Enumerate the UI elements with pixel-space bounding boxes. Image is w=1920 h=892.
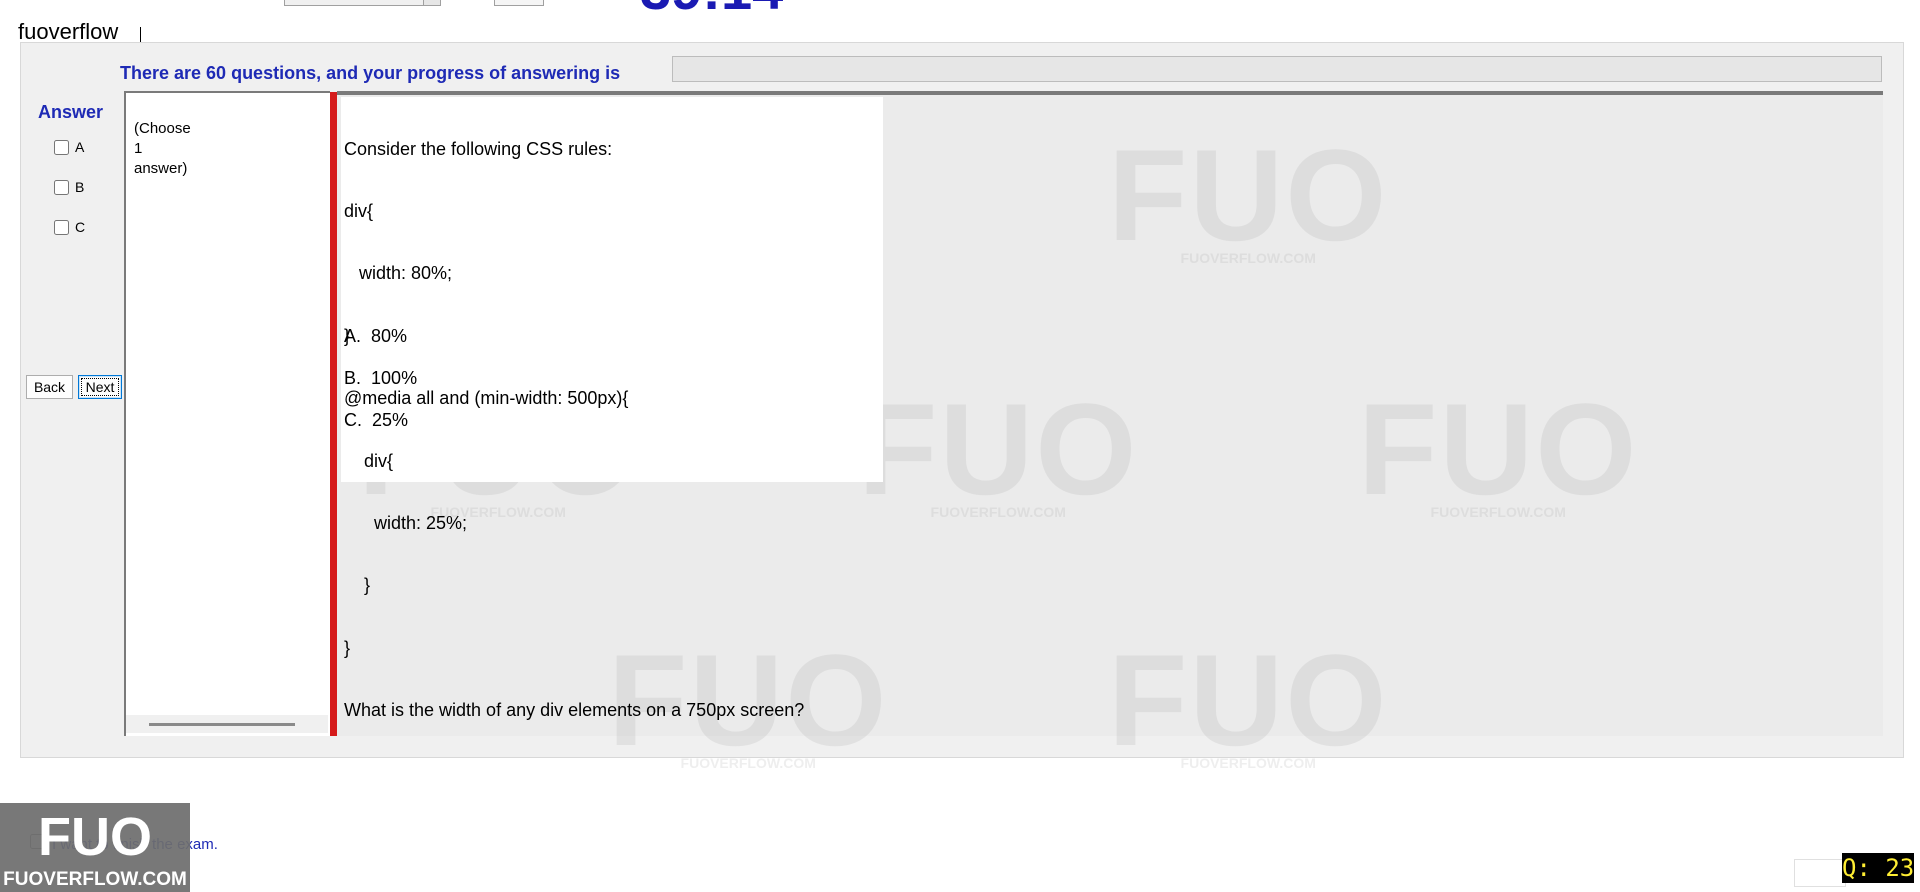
answer-option-label: B xyxy=(75,179,85,195)
watermark-logo: FUO xyxy=(858,376,1139,522)
question-option-a: A. 80% xyxy=(344,326,407,347)
option-text: 25% xyxy=(372,410,409,430)
question-line: width: 80%; xyxy=(344,263,453,284)
back-button[interactable]: Back xyxy=(26,375,73,399)
countdown-timer: 39:14 xyxy=(640,0,783,20)
logo-mark: FUO xyxy=(38,807,152,867)
question-option-c: C. 25% xyxy=(344,410,408,431)
question-line: @media all and (min-width: 500px){ xyxy=(344,388,629,409)
scrollbar-thumb[interactable] xyxy=(149,723,295,726)
progress-bar xyxy=(672,56,1882,82)
answer-checkbox-a[interactable] xyxy=(54,139,69,155)
watermark-logo: FUO xyxy=(1108,122,1389,268)
pane-splitter[interactable] xyxy=(330,92,337,736)
choose-instructions: (Choose 1 answer) xyxy=(134,119,191,179)
choose-line: (Choose xyxy=(134,120,191,137)
watermark: FUOFUOVERFLOW.COM xyxy=(1108,627,1389,773)
answer-heading: Answer xyxy=(38,102,104,122)
question-number-badge: Q: 23 xyxy=(1842,853,1914,883)
choose-line: answer) xyxy=(134,160,188,177)
option-letter: C. xyxy=(344,410,362,430)
question-line: } xyxy=(344,575,371,596)
next-button[interactable]: Next xyxy=(78,375,122,399)
top-dropdown[interactable] xyxy=(284,0,441,6)
answer-option-label: A xyxy=(75,139,85,155)
answer-option-a[interactable]: A xyxy=(54,139,84,155)
answer-checkbox-b[interactable] xyxy=(54,179,69,195)
watermark: FUOFUOVERFLOW.COM xyxy=(1108,122,1389,268)
answer-option-label: C xyxy=(75,219,86,235)
watermark: FUOFUOVERFLOW.COM xyxy=(858,376,1139,522)
question-line: } xyxy=(344,325,351,346)
exit-button[interactable] xyxy=(1794,859,1846,887)
answer-checkbox-c[interactable] xyxy=(54,219,69,235)
option-letter: A. xyxy=(344,326,362,346)
logo-wordmark: FUOVERFLOW.COM xyxy=(3,869,187,890)
watermark-logo: FUO xyxy=(1358,376,1639,522)
watermark: FUOFUOVERFLOW.COM xyxy=(1358,376,1639,522)
option-letter: B. xyxy=(344,368,362,388)
option-text: 100% xyxy=(371,368,418,388)
question-line: Consider the following CSS rules: xyxy=(344,138,613,159)
answer-option-b[interactable]: B xyxy=(54,179,84,195)
watermark-logo: FUO xyxy=(1108,627,1389,773)
top-small-field[interactable] xyxy=(494,0,544,6)
answer-option-c[interactable]: C xyxy=(54,219,85,235)
question-line: width: 25%; xyxy=(344,512,468,533)
question-text: Consider the following CSS rules: div{ w… xyxy=(344,97,804,742)
site-logo: FUO FUOVERFLOW.COM xyxy=(0,803,190,892)
choose-line: 1 xyxy=(134,140,143,157)
instructions-pane xyxy=(124,91,330,736)
option-text: 80% xyxy=(371,326,408,346)
question-line: What is the width of any div elements on… xyxy=(344,700,805,721)
progress-label: There are 60 questions, and your progres… xyxy=(120,63,621,83)
question-option-b: B. 100% xyxy=(344,368,417,389)
question-line: } xyxy=(344,637,351,658)
question-line: div{ xyxy=(344,200,374,221)
question-line: div{ xyxy=(344,450,394,471)
